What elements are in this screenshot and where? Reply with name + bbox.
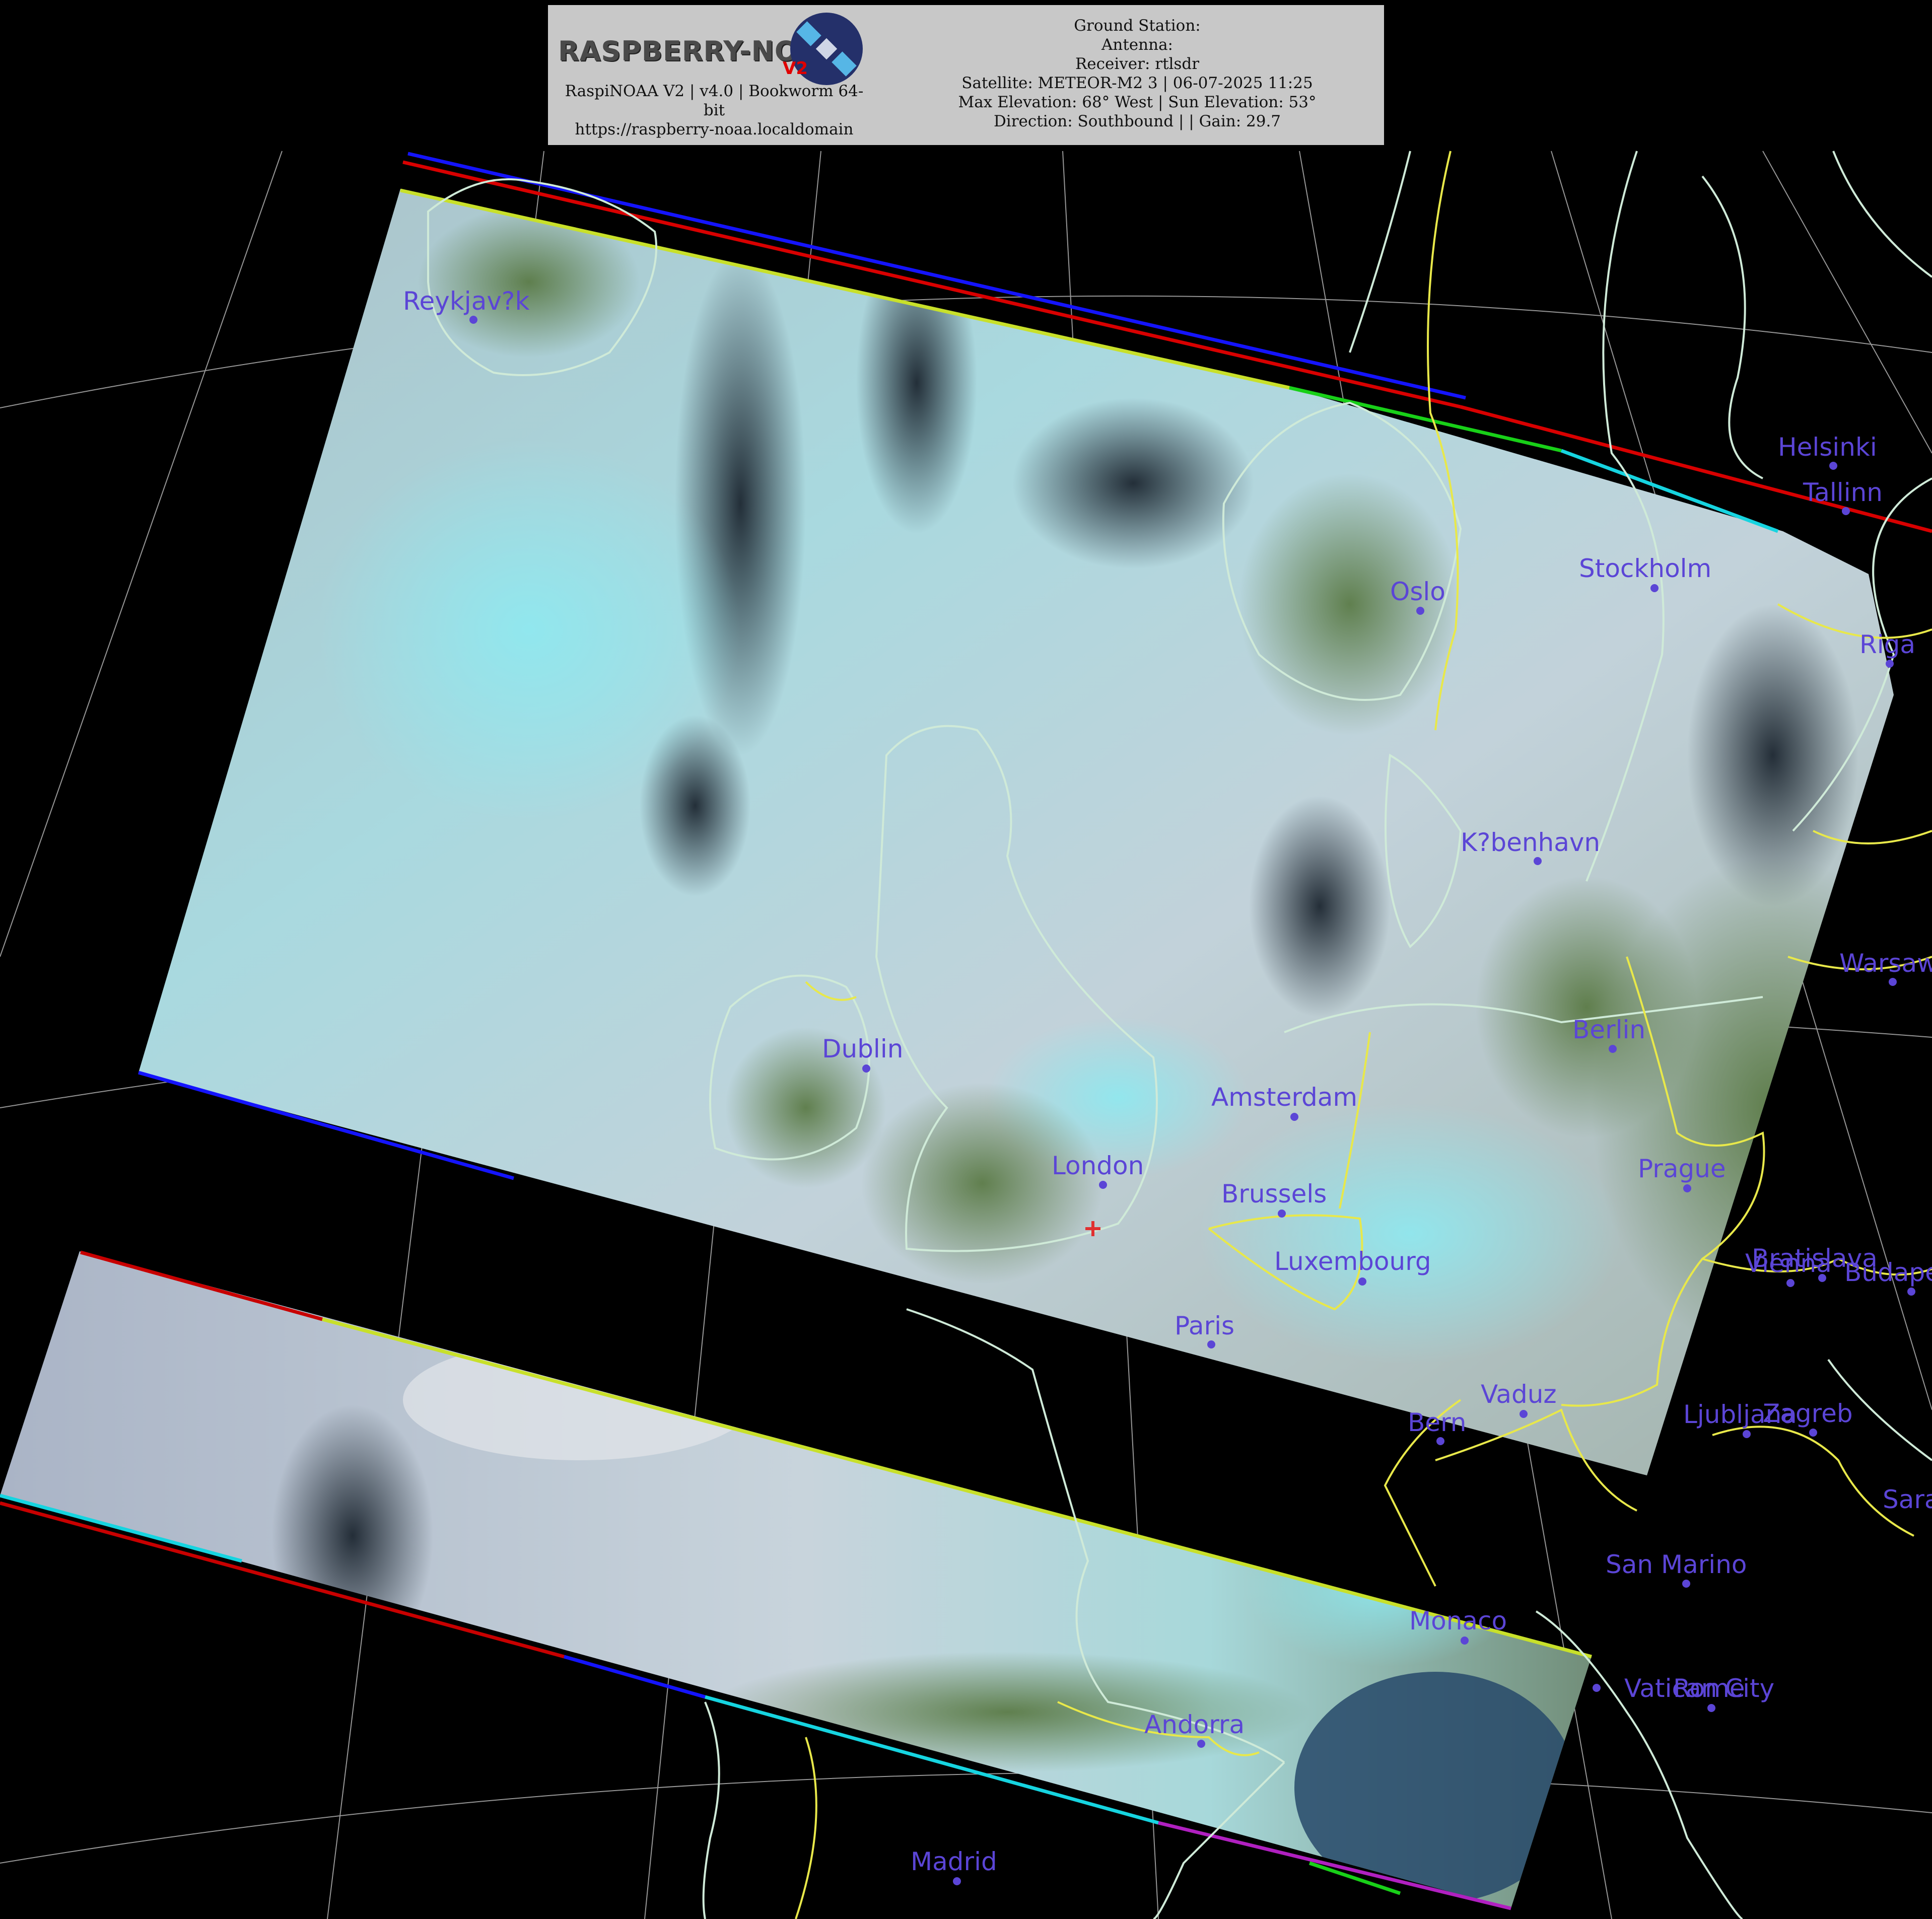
- city-stockholm: Stockholm: [1579, 554, 1711, 583]
- ground-station: Ground Station:: [1074, 17, 1201, 35]
- city-tallinn: Tallinn: [1803, 478, 1883, 507]
- city-amsterdam: Amsterdam: [1211, 1083, 1357, 1112]
- city-budapest: Budapest: [1844, 1258, 1932, 1287]
- city-madrid: Madrid: [911, 1847, 997, 1876]
- city-zagreb: Zagreb: [1763, 1399, 1853, 1428]
- city-bern: Bern: [1408, 1408, 1466, 1437]
- city-vienna: Vienna: [1745, 1249, 1832, 1278]
- city-monaco: Monaco: [1409, 1606, 1507, 1636]
- city-oslo: Oslo: [1390, 577, 1445, 606]
- satellite-map: Reykjav?k Helsinki Tallinn Stockholm Osl…: [0, 151, 1932, 1919]
- city-vaduz: Vaduz: [1481, 1380, 1557, 1409]
- city-brussels: Brussels: [1221, 1179, 1327, 1209]
- direction: Direction: Southbound | | Gain: 29.7: [993, 112, 1281, 130]
- city-andorra: Andorra: [1144, 1710, 1245, 1739]
- antenna: Antenna:: [1101, 36, 1173, 54]
- pass-info: Ground Station: Antenna: Receiver: rtlsd…: [895, 16, 1379, 131]
- app-line2: bit: [703, 101, 725, 119]
- city-rome: Rome: [1673, 1674, 1745, 1703]
- station-url: https://raspberry-noaa.localdomain: [575, 120, 854, 138]
- city-helsinki: Helsinki: [1778, 433, 1877, 462]
- city-dublin: Dublin: [822, 1034, 903, 1063]
- elevation: Max Elevation: 68° West | Sun Elevation:…: [958, 93, 1317, 111]
- city-prague: Prague: [1638, 1154, 1726, 1183]
- city-luxembourg: Luxembourg: [1274, 1247, 1431, 1276]
- city-san-marino: San Marino: [1606, 1550, 1747, 1579]
- logo-version: V2: [783, 58, 808, 79]
- city-paris: Paris: [1175, 1311, 1234, 1340]
- info-header: RASPBERRY-NOAA V2 RaspiNOAA V2 | v4.0 | …: [548, 5, 1384, 145]
- satellite: Satellite: METEOR-M2 3 | 06-07-2025 11:2…: [961, 74, 1313, 92]
- city-warsaw: Warsaw: [1839, 949, 1932, 978]
- app-line1: RaspiNOAA V2 | v4.0 | Bookworm 64-: [565, 82, 864, 100]
- city-riga: Riga: [1859, 630, 1915, 659]
- city-kobenhavn: K?benhavn: [1461, 828, 1600, 857]
- city-berlin: Berlin: [1572, 1015, 1645, 1044]
- city-reykjavik: Reykjav?k: [403, 287, 529, 316]
- app-info: RaspiNOAA V2 | v4.0 | Bookworm 64- bit h…: [553, 82, 875, 139]
- receiver: Receiver: rtlsdr: [1075, 55, 1200, 73]
- city-london: London: [1052, 1151, 1144, 1180]
- city-sarajevo: Sarajevo: [1883, 1485, 1932, 1514]
- logo: RASPBERRY-NOAA V2: [552, 9, 884, 85]
- main-swath: [139, 189, 1894, 1475]
